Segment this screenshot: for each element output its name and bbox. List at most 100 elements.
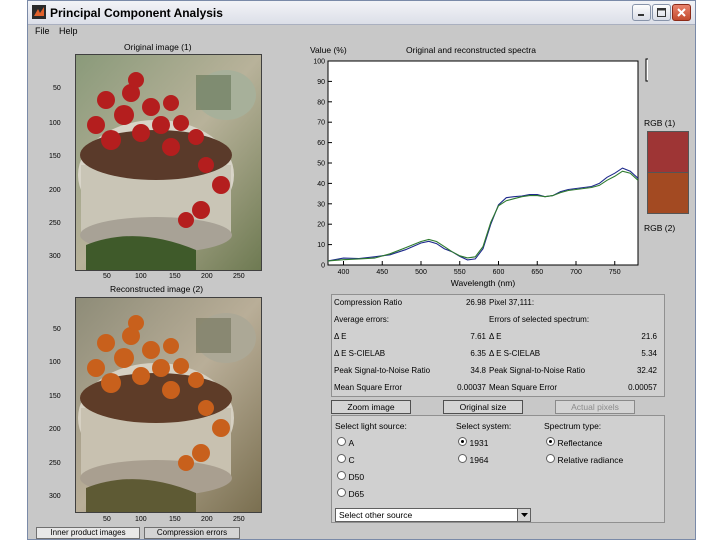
- spectrum-type-title: Spectrum type:: [544, 421, 602, 431]
- sel-metric-value: 5.34: [641, 349, 657, 358]
- other-source-value: Select other source: [339, 510, 413, 520]
- legend-box: [645, 58, 648, 82]
- radio-icon[interactable]: [337, 471, 346, 480]
- chevron-down-icon[interactable]: [517, 509, 530, 521]
- radio-icon[interactable]: [458, 454, 467, 463]
- x-tick-label: 450: [376, 269, 388, 276]
- radio-icon[interactable]: [337, 454, 346, 463]
- sel-metric-label: Δ E S-CIELAB: [489, 349, 541, 358]
- chart-title: Original and reconstructed spectra: [406, 45, 536, 55]
- avg-metric-label: Mean Square Error: [334, 383, 403, 392]
- system-1964[interactable]: 1964: [458, 454, 488, 465]
- y-tick-label: 50: [317, 161, 325, 168]
- menu-bar: File Help: [28, 25, 695, 39]
- x-tick-label: 500: [415, 269, 427, 276]
- sel-metric-label: Mean Square Error: [489, 383, 558, 392]
- sel-metric-label: Δ E: [489, 332, 502, 341]
- orig-xtick: 250: [233, 273, 245, 280]
- recon-xtick: 100: [135, 516, 147, 523]
- compression-value: 26.98: [465, 298, 486, 307]
- pixel-label: Pixel 37,111:: [489, 298, 535, 307]
- rgb2-label: RGB (2): [644, 223, 676, 233]
- zoom-image-button[interactable]: Zoom image: [331, 400, 411, 414]
- radio-icon[interactable]: [546, 454, 555, 463]
- orig-ytick: 250: [49, 220, 61, 227]
- maximize-button[interactable]: [652, 4, 671, 21]
- light-source-d65[interactable]: D65: [337, 488, 364, 499]
- recon-ytick: 300: [49, 493, 61, 500]
- spectrum-reflectance[interactable]: Reflectance: [546, 437, 602, 448]
- spectra-chart: 0 10 20 30 40 50 60 70 80 90 100 400 450 500 550 600 650…: [313, 58, 648, 288]
- light-source-title: Select light source:: [335, 421, 407, 431]
- y-tick-label: 0: [321, 263, 325, 270]
- orig-ytick: 300: [49, 253, 61, 260]
- orig-ytick: 100: [49, 120, 61, 127]
- orig-xtick: 150: [169, 273, 181, 280]
- recon-xtick: 200: [201, 516, 213, 523]
- tab-inner-product-images[interactable]: Inner product images: [36, 527, 140, 539]
- orig-xtick: 50: [103, 273, 111, 280]
- close-icon: [677, 8, 686, 17]
- metrics-panel: Compression Ratio 26.98 Pixel 37,111: Av…: [331, 294, 665, 397]
- spectrum-relative-radiance[interactable]: Relative radiance: [546, 454, 623, 465]
- avg-metric-value: 7.61: [470, 332, 486, 341]
- recon-xtick: 50: [103, 516, 111, 523]
- y-tick-label: 20: [317, 222, 325, 229]
- tab-bar: Inner product images Compression errors: [36, 527, 296, 539]
- avg-metric-label: Peak Signal-to-Noise Ratio: [334, 366, 431, 375]
- light-source-d50[interactable]: D50: [337, 471, 364, 482]
- orig-ytick: 150: [49, 153, 61, 160]
- reconstructed-image[interactable]: [76, 298, 261, 512]
- menu-help[interactable]: Help: [59, 26, 78, 36]
- sel-metric-value: 21.6: [641, 332, 657, 341]
- avg-metric-value: 34.8: [470, 366, 486, 375]
- radio-icon[interactable]: [337, 437, 346, 446]
- maximize-icon: [657, 8, 666, 17]
- orig-ytick: 200: [49, 187, 61, 194]
- radio-selected-icon[interactable]: [458, 437, 467, 446]
- x-tick-label: 750: [609, 269, 621, 276]
- orig-xtick: 100: [135, 273, 147, 280]
- average-errors-label: Average errors:: [334, 315, 389, 324]
- orig-xtick: 200: [201, 273, 213, 280]
- light-source-a[interactable]: A: [337, 437, 354, 448]
- selected-errors-label: Errors of selected spectrum:: [489, 315, 590, 324]
- radio-icon[interactable]: [337, 488, 346, 497]
- reconstructed-image-title: Reconstructed image (2): [110, 284, 204, 294]
- plot-area: [327, 60, 639, 266]
- recon-ytick: 100: [49, 359, 61, 366]
- menu-file[interactable]: File: [35, 26, 50, 36]
- minimize-icon: [638, 14, 644, 16]
- options-panel: Select light source: A C D50 D65 Select …: [331, 415, 665, 523]
- avg-metric-value: 6.35: [470, 349, 486, 358]
- rgb1-label: RGB (1): [644, 118, 676, 128]
- avg-metric-value: 0.00037: [457, 383, 486, 392]
- rgb1-swatch: [647, 131, 689, 173]
- x-tick-label: 400: [338, 269, 350, 276]
- system-1931[interactable]: 1931: [458, 437, 488, 448]
- reconstructed-image-frame: [75, 297, 262, 513]
- original-image[interactable]: [76, 55, 261, 270]
- actual-pixels-button[interactable]: Actual pixels: [555, 400, 635, 414]
- orig-ytick: 50: [53, 85, 61, 92]
- minimize-button[interactable]: [632, 4, 651, 21]
- recon-ytick: 150: [49, 393, 61, 400]
- y-tick-label: 80: [317, 99, 325, 106]
- recon-ytick: 200: [49, 426, 61, 433]
- close-button[interactable]: [672, 4, 691, 21]
- sel-metric-label: Peak Signal-to-Noise Ratio: [489, 366, 586, 375]
- window-title: Principal Component Analysis: [50, 6, 223, 20]
- radio-selected-icon[interactable]: [546, 437, 555, 446]
- original-image-title: Original image (1): [124, 42, 192, 52]
- x-axis-label: Wavelength (nm): [451, 278, 516, 288]
- other-source-select[interactable]: Select other source: [335, 508, 531, 522]
- x-tick-label: 600: [493, 269, 505, 276]
- y-tick-label: 70: [317, 120, 325, 127]
- avg-metric-label: Δ E S-CIELAB: [334, 349, 386, 358]
- original-size-button[interactable]: Original size: [443, 400, 523, 414]
- sel-metric-value: 32.42: [636, 366, 657, 375]
- light-source-c[interactable]: C: [337, 454, 355, 465]
- tab-compression-errors[interactable]: Compression errors: [144, 527, 240, 539]
- avg-metric-label: Δ E: [334, 332, 347, 341]
- x-tick-label: 650: [531, 269, 543, 276]
